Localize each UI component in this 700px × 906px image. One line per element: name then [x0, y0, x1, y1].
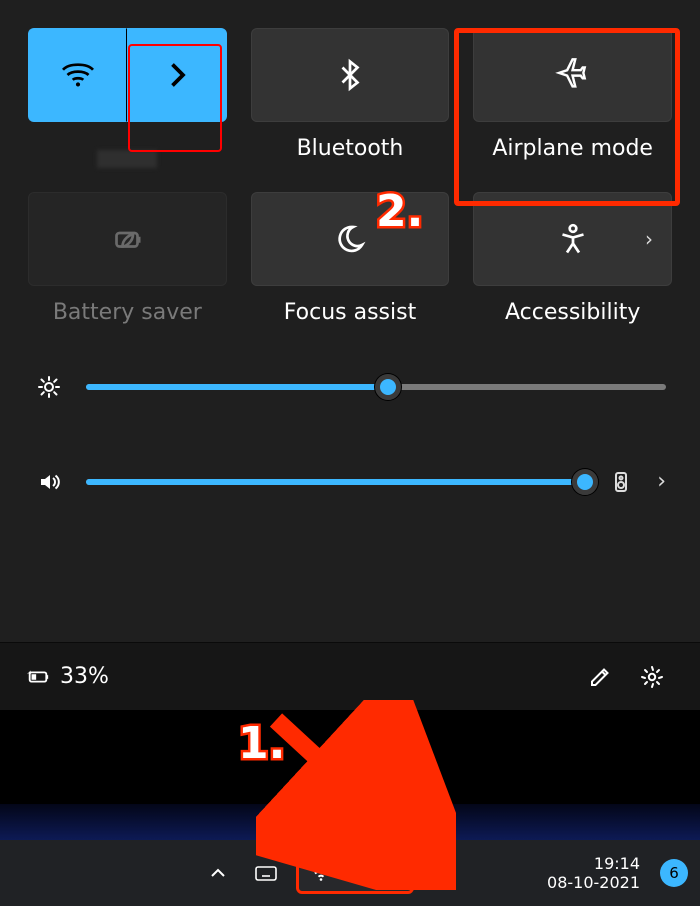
bluetooth-icon [332, 57, 368, 93]
notification-badge[interactable]: 6 [660, 859, 688, 887]
taskbar: 19:14 08-10-2021 6 [0, 840, 700, 906]
volume-icon [343, 861, 367, 885]
accessibility-button[interactable]: › [473, 192, 672, 286]
airplane-tile: Airplane mode [473, 28, 672, 168]
brightness-slider[interactable] [86, 384, 666, 390]
panel-bottom-bar: 33% [0, 642, 700, 710]
wifi-expand-button[interactable] [127, 28, 226, 122]
battery-saver-label: Battery saver [53, 300, 202, 325]
chevron-right-icon: › [645, 227, 653, 251]
brightness-row [34, 375, 666, 399]
battery-saver-toggle-button[interactable] [28, 192, 227, 286]
wifi-icon [60, 57, 96, 93]
airplane-toggle-button[interactable] [473, 28, 672, 122]
battery-leaf-icon [109, 221, 145, 257]
battery-saver-tile: Battery saver [28, 192, 227, 325]
chevron-right-icon [159, 57, 195, 93]
volume-expand-button[interactable]: › [657, 469, 666, 494]
volume-icon [34, 470, 64, 494]
touch-keyboard-button[interactable] [248, 855, 284, 891]
quick-actions-grid: Bluetooth Airplane mode Battery saver [0, 0, 700, 325]
moon-icon [332, 221, 368, 257]
gear-icon [640, 665, 664, 689]
volume-thumb[interactable] [572, 469, 598, 495]
wifi-split-button [28, 28, 227, 122]
sliders-section: › [0, 325, 700, 494]
wifi-network-label [97, 150, 157, 168]
focus-assist-label: Focus assist [284, 300, 416, 325]
bluetooth-toggle-button[interactable] [251, 28, 450, 122]
brightness-thumb[interactable] [375, 374, 401, 400]
audio-output-button[interactable] [607, 470, 635, 494]
clock-time: 19:14 [547, 854, 640, 873]
accessibility-label: Accessibility [505, 300, 640, 325]
system-tray-group[interactable] [296, 852, 414, 894]
pencil-icon [588, 665, 612, 689]
clock-date: 08-10-2021 [547, 873, 640, 892]
chevron-up-icon [206, 861, 230, 885]
battery-status[interactable]: 33% [26, 664, 109, 689]
airplane-label: Airplane mode [492, 136, 653, 161]
taskbar-clock[interactable]: 19:14 08-10-2021 [547, 854, 648, 892]
battery-charging-icon [377, 861, 401, 885]
annotation-number-2: 2. [376, 186, 423, 237]
battery-percent-text: 33% [60, 664, 109, 689]
brightness-icon [34, 375, 64, 399]
bluetooth-label: Bluetooth [297, 136, 404, 161]
keyboard-icon [254, 861, 278, 885]
notification-count: 6 [669, 864, 679, 882]
volume-row: › [34, 469, 666, 494]
settings-button[interactable] [630, 655, 674, 699]
wifi-toggle-button[interactable] [28, 28, 127, 122]
accessibility-tile: › Accessibility [473, 192, 672, 325]
wifi-tile [28, 28, 227, 168]
accessibility-icon [555, 221, 591, 257]
tray-overflow-button[interactable] [200, 855, 236, 891]
volume-slider[interactable] [86, 479, 585, 485]
quick-settings-panel: Bluetooth Airplane mode Battery saver [0, 0, 700, 710]
airplane-icon [555, 57, 591, 93]
annotation-number-1: 1. [238, 718, 285, 769]
wifi-icon [309, 861, 333, 885]
edit-quick-settings-button[interactable] [578, 655, 622, 699]
bluetooth-tile: Bluetooth [251, 28, 450, 168]
